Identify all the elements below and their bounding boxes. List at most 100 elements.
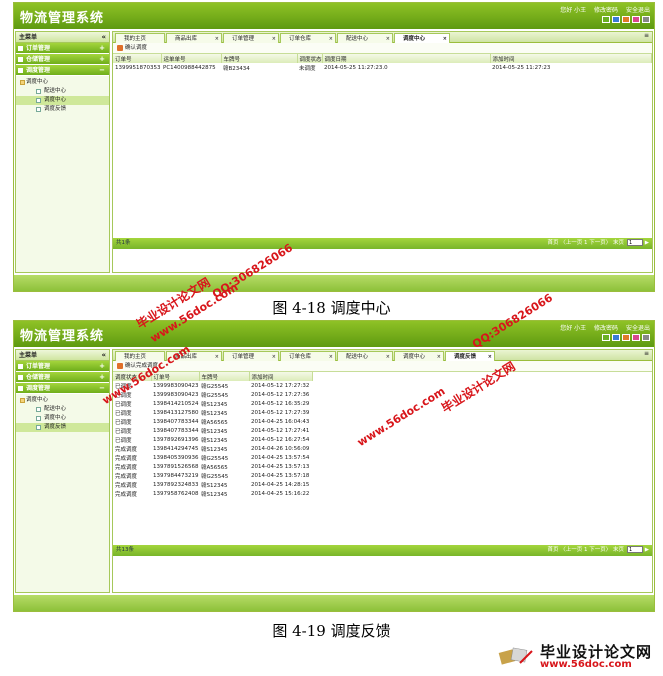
sidebar-group-warehouse[interactable]: 仓储管理 + [16, 372, 109, 383]
folder-icon [18, 364, 23, 369]
column-header[interactable]: 调度日期 [322, 54, 491, 63]
logo-icon [498, 647, 533, 665]
theme-icons [602, 334, 650, 341]
close-icon[interactable]: × [488, 352, 492, 362]
table-row[interactable]: 完成调度 1397892324833 赣S12345 2014-04-25 14:28… [113, 480, 313, 489]
main-panel: 我的主页 商品出库 × 订单管理 × 订单仓库 × 配送中心 × 调度中心 × ≡ 确认调… [112, 31, 653, 273]
column-header[interactable]: 添加时间 [249, 372, 313, 381]
close-icon[interactable]: × [329, 34, 333, 44]
tab-menu-icon[interactable]: ≡ [644, 32, 649, 39]
sidebar-group-warehouse[interactable]: 仓储管理 + [16, 54, 109, 65]
tab-dispatch-center[interactable]: 调度中心 × [394, 33, 450, 43]
table-row[interactable]: 完成调度 1398414294745 赣S12345 2014-04-26 10:56… [113, 444, 313, 453]
tab-bar: 我的主页 商品出库 × 订单管理 × 订单仓库 × 配送中心 × 调度中心 × ≡ [113, 32, 652, 43]
sidebar-group-dispatch[interactable]: 调度管理 − [16, 65, 109, 76]
change-password-link[interactable]: 修改密码 [594, 325, 618, 332]
tree-item-dispatch-feedback[interactable]: 调度反馈 [16, 105, 109, 114]
tab-dispatch-feedback[interactable]: 调度反馈 × [445, 351, 495, 361]
close-icon[interactable]: × [437, 352, 441, 362]
tab-label: 商品出库 [175, 36, 198, 42]
page-input[interactable]: 1 [627, 239, 644, 246]
theme-gray-icon[interactable] [642, 16, 650, 23]
theme-pink-icon[interactable] [632, 16, 640, 23]
sidebar-tree: 调度中心 配送中心 调度中心 调度反馈 [16, 76, 109, 114]
theme-blue-icon[interactable] [612, 16, 620, 23]
tree-item-dispatch-feedback[interactable]: 调度反馈 [16, 423, 109, 432]
collapse-icon[interactable]: « [101, 350, 106, 361]
tab-orders[interactable]: 订单管理 × [223, 351, 279, 361]
tab-orders[interactable]: 订单管理 × [223, 33, 279, 43]
table-row[interactable]: 1399951870353 PC1400988442875 赣B23434 未调… [113, 63, 652, 72]
tree-label: 配送中心 [44, 88, 67, 94]
table-row[interactable]: 已调度 1397892691396 赣S12345 2014-05-12 16:27:… [113, 435, 313, 444]
tab-delivery-center[interactable]: 配送中心 × [337, 351, 393, 361]
theme-green-icon[interactable] [602, 334, 610, 341]
tree-root[interactable]: 调度中心 [16, 396, 109, 405]
tree-item-dispatch-center[interactable]: 调度中心 [16, 96, 109, 105]
close-icon[interactable]: × [215, 352, 219, 362]
theme-orange-icon[interactable] [622, 16, 630, 23]
app-header: 物流管理系统 您好 小王 修改密码 安全退出 [14, 321, 654, 347]
tab-dispatch-center[interactable]: 调度中心 × [394, 351, 444, 361]
table-row[interactable]: 完成调度 1398405390936 赣G25545 2014-04-25 13:57… [113, 453, 313, 462]
close-icon[interactable]: × [272, 34, 276, 44]
logout-link[interactable]: 安全退出 [626, 7, 650, 14]
column-header[interactable]: 订单号 [113, 54, 162, 63]
table-row[interactable]: 完成调度 1397984473219 赣G25545 2014-04-25 13:57… [113, 471, 313, 480]
close-icon[interactable]: × [215, 34, 219, 44]
go-icon[interactable]: ▶ [643, 240, 649, 246]
tree-root[interactable]: 调度中心 [16, 78, 109, 87]
cell: 1398407783344 [153, 418, 199, 425]
sidebar-group-dispatch[interactable]: 调度管理 − [16, 383, 109, 394]
logout-link[interactable]: 安全退出 [626, 325, 650, 332]
collapse-icon[interactable]: « [101, 32, 106, 43]
table-row[interactable]: 已调度 1398407783344 赣A56565 2014-04-25 16:04:… [113, 417, 313, 426]
theme-blue-icon[interactable] [612, 334, 620, 341]
cell: 2014-05-12 17:27:41 [251, 427, 310, 434]
table-row[interactable]: 已调度 1398414210524 赣S12345 2014-05-12 16:35:… [113, 399, 313, 408]
tree-item-delivery-center[interactable]: 配送中心 [16, 87, 109, 96]
cell: 赣A56565 [201, 464, 228, 471]
theme-green-icon[interactable] [602, 16, 610, 23]
group-label: 订单管理 [26, 45, 51, 52]
tree-item-dispatch-center[interactable]: 调度中心 [16, 414, 109, 423]
pager-links[interactable]: 首页 〈上一页 1 下一页〉 末页 [548, 547, 625, 553]
column-header[interactable]: 运单单号 [161, 54, 222, 63]
column-header[interactable]: 车牌号 [199, 372, 250, 381]
pager-links[interactable]: 首页 〈上一页 1 下一页〉 末页 [548, 240, 625, 246]
table-row[interactable]: 完成调度 1397891526568 赣A56565 2014-04-25 13:57… [113, 462, 313, 471]
table-row[interactable]: 已调度 1398413127580 赣S12345 2014-05-12 17:27:… [113, 408, 313, 417]
theme-orange-icon[interactable] [622, 334, 630, 341]
cell: 2014-04-25 14:28:15 [251, 481, 310, 488]
sidebar-group-orders[interactable]: 订单管理 + [16, 43, 109, 54]
close-icon[interactable]: × [272, 352, 276, 362]
tab-order-warehouse[interactable]: 订单仓库 × [280, 33, 336, 43]
page-input[interactable]: 1 [627, 546, 644, 553]
column-header[interactable]: 添加时间 [490, 54, 653, 63]
tab-order-warehouse[interactable]: 订单仓库 × [280, 351, 336, 361]
close-icon[interactable]: × [386, 34, 390, 44]
confirm-dispatch-button[interactable]: 确认调度 [125, 45, 147, 51]
bottom-strip [14, 275, 654, 291]
cell: 2014-05-12 17:27:36 [251, 391, 310, 398]
theme-gray-icon[interactable] [642, 334, 650, 341]
close-icon[interactable]: × [443, 34, 447, 44]
tree-item-delivery-center[interactable]: 配送中心 [16, 405, 109, 414]
sidebar-tree: 调度中心 配送中心 调度中心 调度反馈 [16, 394, 109, 432]
go-icon[interactable]: ▶ [643, 547, 649, 553]
tab-outbound[interactable]: 商品出库 × [166, 33, 222, 43]
close-icon[interactable]: × [386, 352, 390, 362]
theme-pink-icon[interactable] [632, 334, 640, 341]
tab-delivery-center[interactable]: 配送中心 × [337, 33, 393, 43]
table-row[interactable]: 完成调度 1397958762408 赣S12345 2014-04-25 15:16… [113, 489, 313, 498]
table-row[interactable]: 已调度 1398407783344 赣S12345 2014-05-12 17:27:… [113, 426, 313, 435]
close-icon[interactable]: × [329, 352, 333, 362]
column-header[interactable]: 调度状态 [297, 54, 323, 63]
change-password-link[interactable]: 修改密码 [594, 7, 618, 14]
tab-home[interactable]: 我的主页 [115, 33, 165, 43]
tab-menu-icon[interactable]: ≡ [644, 350, 649, 357]
table-row[interactable]: 已调度 1399983090423 赣G25545 2014-05-12 17:27:… [113, 390, 313, 399]
sidebar-group-orders[interactable]: 订单管理 + [16, 361, 109, 372]
column-header[interactable]: 车牌号 [221, 54, 298, 63]
tab-label: 配送中心 [346, 36, 369, 42]
